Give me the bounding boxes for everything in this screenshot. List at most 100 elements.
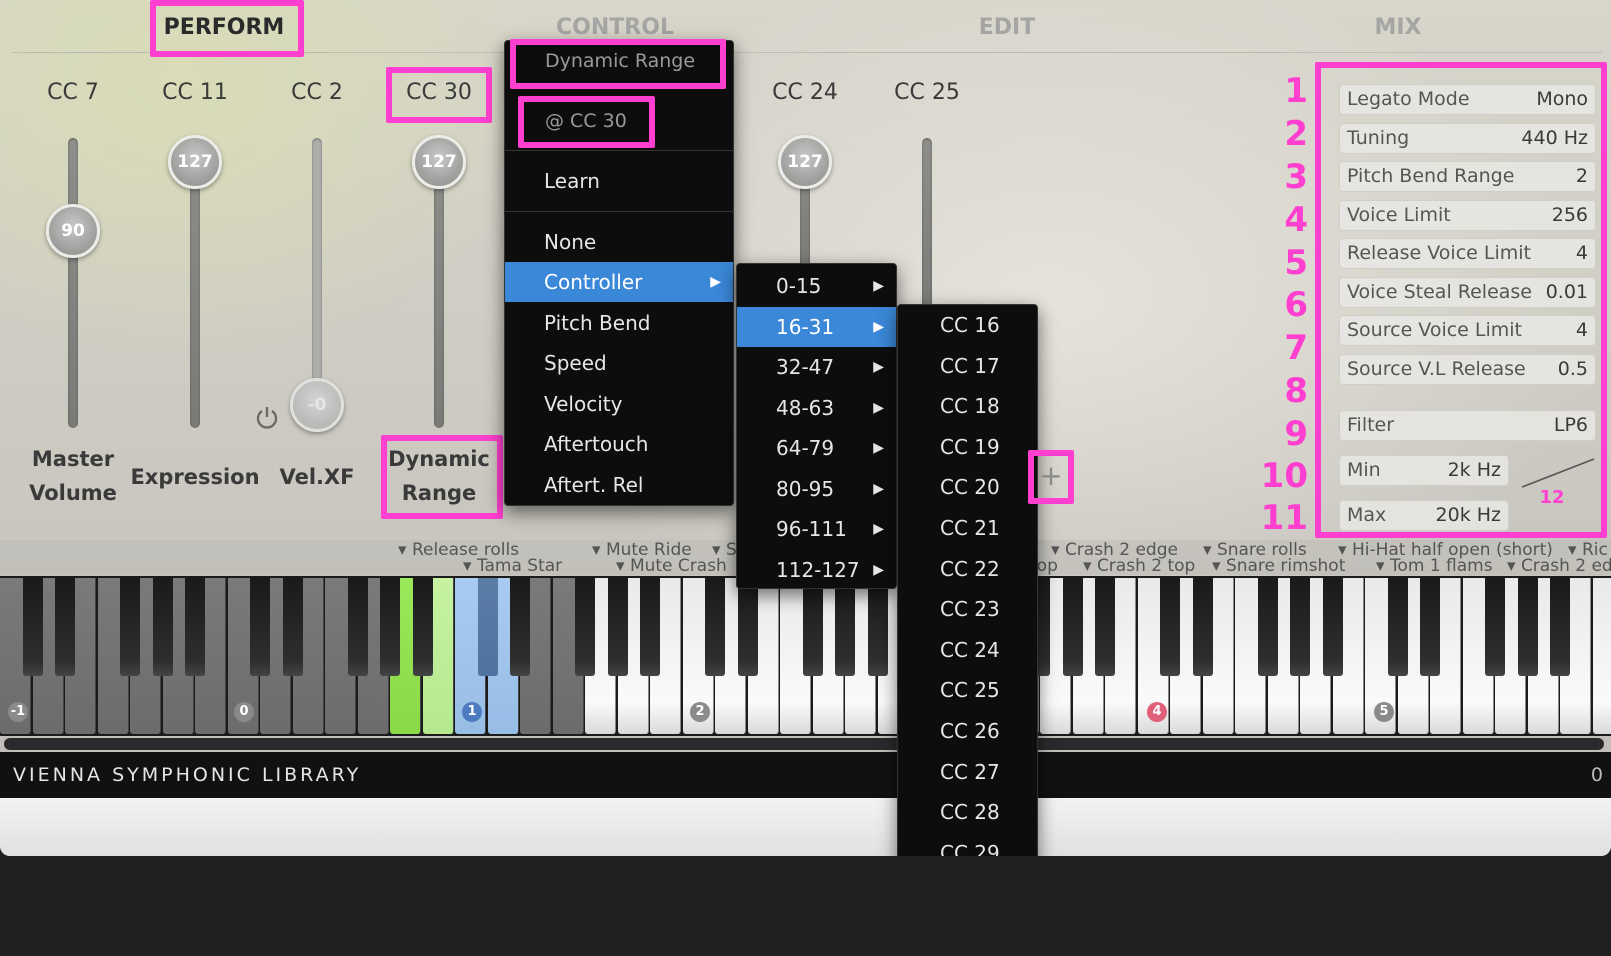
dynamic-range-label[interactable]: Dynamic Range [369,442,509,510]
filter-value[interactable]: LP6 [1554,411,1588,440]
black-key[interactable] [152,578,173,676]
voice-steal-release-row[interactable]: Voice Steal Release 0.01 [1339,277,1596,308]
filter-min-value[interactable]: 2k Hz [1448,456,1501,485]
release-voice-limit-value[interactable]: 4 [1576,239,1588,268]
power-icon[interactable] [254,404,280,430]
black-key[interactable] [1322,578,1343,676]
black-key[interactable] [55,578,75,676]
cc-item[interactable]: CC 18 [898,386,1037,426]
black-key[interactable] [347,578,368,676]
black-key[interactable] [510,578,530,676]
cc-item[interactable]: CC 20 [898,467,1037,507]
velxf-knob[interactable]: -0 [290,378,344,432]
voice-steal-release-value[interactable]: 0.01 [1546,278,1588,307]
piano-keyboard[interactable]: -1 0 1 2 3 4 5 [0,576,1611,736]
cc-item[interactable]: CC 26 [898,711,1037,751]
black-key[interactable] [705,578,725,676]
master-volume-track[interactable] [68,138,78,428]
cc25-track[interactable] [922,138,932,308]
black-key[interactable] [835,578,855,676]
filter-row[interactable]: Filter LP6 [1339,410,1596,441]
voice-limit-value[interactable]: 256 [1552,201,1588,230]
black-key[interactable] [1290,578,1310,676]
black-key[interactable] [640,578,660,676]
menu-item-pitch-bend[interactable]: Pitch Bend [505,303,733,343]
black-key[interactable] [412,578,433,676]
black-key[interactable] [477,578,498,676]
voice-limit-row[interactable]: Voice Limit 256 [1339,200,1596,231]
black-key[interactable] [1550,578,1570,676]
menu-item-speed[interactable]: Speed [505,343,733,383]
tab-mix[interactable]: MIX [1298,10,1498,46]
black-key[interactable] [1095,578,1115,676]
master-volume-knob[interactable]: 90 [46,204,100,258]
menu-item-velocity[interactable]: Velocity [505,384,733,424]
cc24-knob[interactable]: 127 [778,135,832,189]
black-key[interactable] [1517,578,1538,676]
expression-knob[interactable]: 127 [168,135,222,189]
black-key[interactable] [1387,578,1408,676]
black-key[interactable] [802,578,823,676]
filter-max-value[interactable]: 20k Hz [1436,501,1501,530]
pitch-bend-range-row[interactable]: Pitch Bend Range 2 [1339,161,1596,192]
menu-item-learn[interactable]: Learn [505,161,733,201]
cc-item[interactable]: CC 29 [898,833,1037,856]
cc-item[interactable]: CC 17 [898,346,1037,386]
black-key[interactable] [1192,578,1213,676]
menu-item-aftert-rel[interactable]: Aftert. Rel [505,465,733,505]
cc-item[interactable]: CC 21 [898,508,1037,548]
add-button[interactable]: + [1028,450,1074,504]
black-key[interactable] [282,578,303,676]
filter-max-row[interactable]: Max 20k Hz [1339,500,1509,531]
black-key[interactable] [575,578,595,676]
source-vl-release-row[interactable]: Source V.L Release 0.5 [1339,354,1596,385]
range-item[interactable]: 96-111 ▶ [737,509,896,549]
black-key[interactable] [250,578,270,676]
source-voice-limit-value[interactable]: 4 [1576,316,1588,345]
black-key[interactable] [1485,578,1505,676]
black-key[interactable] [1160,578,1180,676]
release-voice-limit-row[interactable]: Release Voice Limit 4 [1339,238,1596,269]
range-item[interactable]: 112-127 ▶ [737,550,896,590]
range-item[interactable]: 32-47 ▶ [737,347,896,387]
menu-item-none[interactable]: None [505,222,733,262]
black-key[interactable] [607,578,628,676]
cc-item[interactable]: CC 28 [898,792,1037,832]
cc-item[interactable]: CC 22 [898,549,1037,589]
menu-item-aftertouch[interactable]: Aftertouch [505,424,733,464]
cc-item[interactable]: CC 16 [898,305,1037,345]
range-item[interactable]: 80-95 ▶ [737,469,896,509]
source-voice-limit-row[interactable]: Source Voice Limit 4 [1339,315,1596,346]
dynamic-range-knob[interactable]: 127 [412,135,466,189]
range-item[interactable]: 64-79 ▶ [737,428,896,468]
black-key[interactable] [867,578,888,676]
legato-mode-value[interactable]: Mono [1536,85,1588,114]
cc-item[interactable]: CC 19 [898,427,1037,467]
range-item[interactable]: 48-63 ▶ [737,388,896,428]
menu-item-controller[interactable]: Controller ▶ [505,262,733,302]
tab-edit[interactable]: EDIT [907,10,1107,46]
range-item[interactable]: 0-15 ▶ [737,266,896,306]
black-key[interactable] [1420,578,1440,676]
black-key[interactable] [22,578,43,676]
cc-item[interactable]: CC 25 [898,670,1037,710]
tuning-row[interactable]: Tuning 440 Hz [1339,123,1596,154]
legato-mode-row[interactable]: Legato Mode Mono [1339,84,1596,115]
cc-item[interactable]: CC 23 [898,589,1037,629]
black-key[interactable] [120,578,140,676]
pitch-bend-range-value[interactable]: 2 [1576,162,1588,191]
source-vl-release-value[interactable]: 0.5 [1558,355,1588,384]
black-key[interactable] [1062,578,1083,676]
cc-item[interactable]: CC 27 [898,752,1037,792]
tuning-value[interactable]: 440 Hz [1521,124,1588,153]
black-key[interactable] [185,578,205,676]
black-key[interactable] [380,578,400,676]
black-key[interactable] [737,578,758,676]
filter-min-row[interactable]: Min 2k Hz [1339,455,1509,486]
range-item[interactable]: 16-31 ▶ [737,306,896,347]
black-key[interactable] [1257,578,1278,676]
keyboard-scrollbar[interactable] [4,738,1604,750]
white-key[interactable] [1592,578,1611,734]
cc-item[interactable]: CC 24 [898,630,1037,670]
tab-perform[interactable]: PERFORM [124,10,324,46]
